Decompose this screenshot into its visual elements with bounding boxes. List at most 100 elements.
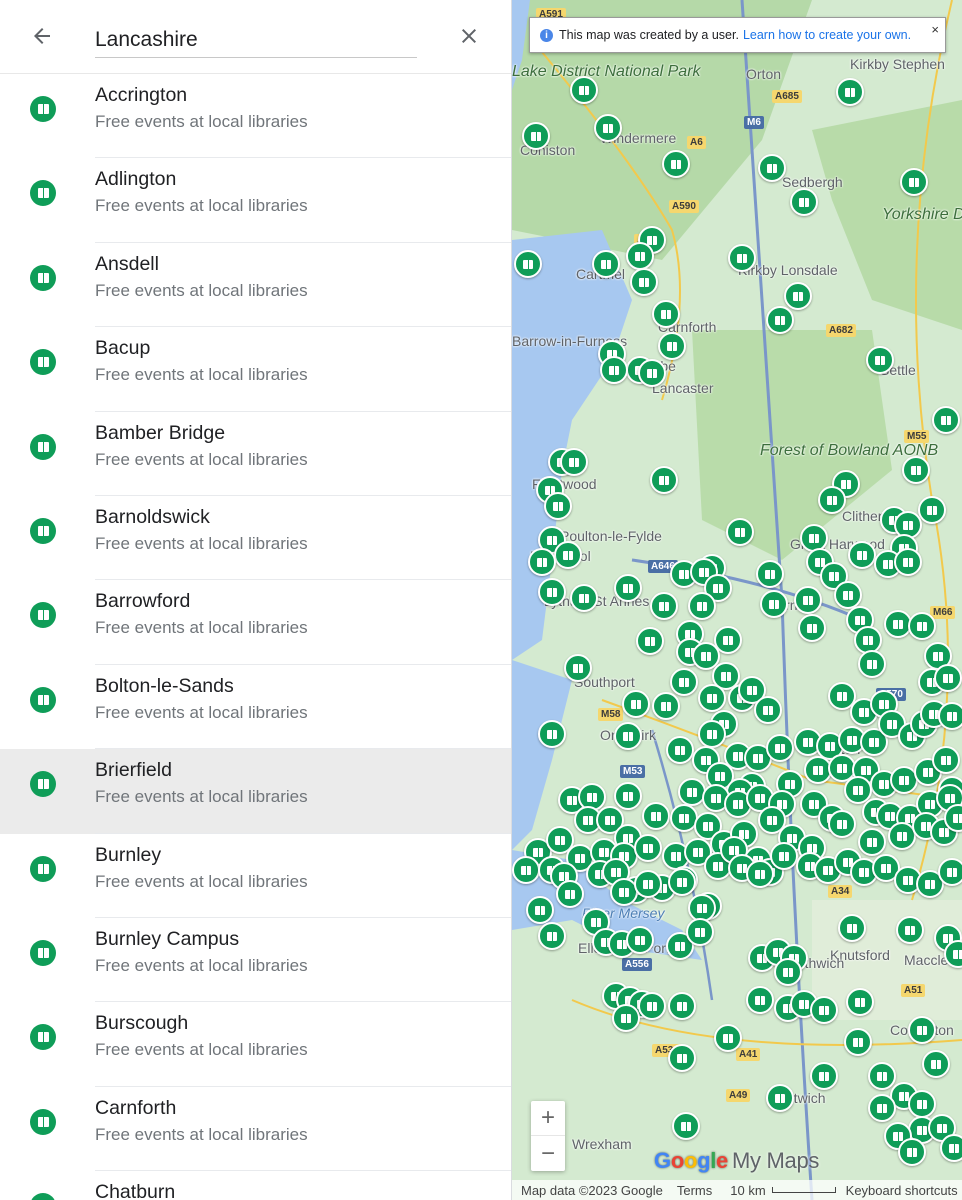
result-item[interactable]: Burscough Free events at local libraries: [0, 1002, 511, 1087]
library-map-marker[interactable]: [652, 300, 680, 328]
result-item[interactable]: Carnforth Free events at local libraries: [0, 1087, 511, 1172]
library-map-marker[interactable]: [526, 896, 554, 924]
library-map-marker[interactable]: [668, 868, 696, 896]
library-map-marker[interactable]: [612, 1004, 640, 1032]
library-map-marker[interactable]: [756, 560, 784, 588]
library-map-marker[interactable]: [528, 548, 556, 576]
library-map-marker[interactable]: [622, 690, 650, 718]
result-item[interactable]: Bacup Free events at local libraries: [0, 327, 511, 412]
library-map-marker[interactable]: [614, 782, 642, 810]
library-map-marker[interactable]: [626, 242, 654, 270]
library-map-marker[interactable]: [614, 722, 642, 750]
library-map-marker[interactable]: [672, 1112, 700, 1140]
library-map-marker[interactable]: [570, 584, 598, 612]
library-map-marker[interactable]: [556, 880, 584, 908]
library-map-marker[interactable]: [868, 1094, 896, 1122]
library-map-marker[interactable]: [934, 664, 962, 692]
library-map-marker[interactable]: [686, 918, 714, 946]
library-map-marker[interactable]: [626, 926, 654, 954]
library-map-marker[interactable]: [538, 578, 566, 606]
library-map-marker[interactable]: [746, 860, 774, 888]
library-map-marker[interactable]: [794, 586, 822, 614]
result-item[interactable]: Barnoldswick Free events at local librari…: [0, 496, 511, 581]
library-map-marker[interactable]: [938, 702, 962, 730]
library-map-marker[interactable]: [922, 1050, 950, 1078]
library-map-marker[interactable]: [554, 541, 582, 569]
library-map-marker[interactable]: [642, 802, 670, 830]
library-map-marker[interactable]: [538, 922, 566, 950]
library-map-marker[interactable]: [908, 612, 936, 640]
library-map-marker[interactable]: [570, 76, 598, 104]
back-button[interactable]: [26, 20, 58, 52]
library-map-marker[interactable]: [594, 114, 622, 142]
result-item[interactable]: Burnley Campus Free events at local libra…: [0, 918, 511, 1003]
library-map-marker[interactable]: [828, 810, 856, 838]
library-map-marker[interactable]: [544, 492, 572, 520]
library-map-marker[interactable]: [746, 986, 774, 1014]
library-map-marker[interactable]: [698, 684, 726, 712]
result-item[interactable]: Ansdell Free events at local libraries: [0, 243, 511, 328]
library-map-marker[interactable]: [866, 346, 894, 374]
library-map-marker[interactable]: [650, 466, 678, 494]
library-map-marker[interactable]: [522, 122, 550, 150]
library-map-marker[interactable]: [634, 834, 662, 862]
library-map-marker[interactable]: [896, 916, 924, 944]
library-map-marker[interactable]: [652, 692, 680, 720]
library-map-marker[interactable]: [894, 548, 922, 576]
library-map-marker[interactable]: [714, 1024, 742, 1052]
library-map-marker[interactable]: [834, 581, 862, 609]
library-map-marker[interactable]: [810, 996, 838, 1024]
search-input[interactable]: [95, 22, 417, 58]
library-map-marker[interactable]: [836, 78, 864, 106]
library-map-marker[interactable]: [858, 828, 886, 856]
zoom-out-button[interactable]: −: [531, 1136, 565, 1171]
library-map-marker[interactable]: [650, 592, 678, 620]
library-map-marker[interactable]: [564, 654, 592, 682]
keyboard-shortcuts-link[interactable]: Keyboard shortcuts: [846, 1183, 958, 1198]
library-map-marker[interactable]: [770, 842, 798, 870]
library-map-marker[interactable]: [846, 988, 874, 1016]
library-map-marker[interactable]: [848, 541, 876, 569]
library-map-marker[interactable]: [670, 668, 698, 696]
library-map-marker[interactable]: [766, 306, 794, 334]
result-item[interactable]: Accrington Free events at local libraries: [0, 74, 511, 159]
library-map-marker[interactable]: [940, 1134, 962, 1162]
library-map-marker[interactable]: [614, 574, 642, 602]
library-map-marker[interactable]: [938, 858, 962, 886]
library-map-marker[interactable]: [932, 746, 960, 774]
result-item[interactable]: Barrowford Free events at local libraries: [0, 580, 511, 665]
library-map-marker[interactable]: [810, 1062, 838, 1090]
library-map-marker[interactable]: [754, 696, 782, 724]
library-map-marker[interactable]: [592, 250, 620, 278]
library-map-marker[interactable]: [726, 518, 754, 546]
result-item[interactable]: Bolton-le-Sands Free events at local libr…: [0, 665, 511, 750]
zoom-in-button[interactable]: +: [531, 1101, 565, 1136]
library-map-marker[interactable]: [728, 244, 756, 272]
library-map-marker[interactable]: [514, 250, 542, 278]
terms-link[interactable]: Terms: [677, 1183, 712, 1198]
library-map-marker[interactable]: [818, 486, 846, 514]
library-map-marker[interactable]: [766, 734, 794, 762]
library-map-marker[interactable]: [900, 168, 928, 196]
library-map-marker[interactable]: [658, 332, 686, 360]
library-map-marker[interactable]: [662, 150, 690, 178]
library-map-marker[interactable]: [766, 1084, 794, 1112]
result-item[interactable]: Bamber Bridge Free events at local librar…: [0, 412, 511, 496]
result-item[interactable]: Burnley Free events at local libraries: [0, 834, 511, 918]
library-map-marker[interactable]: [538, 720, 566, 748]
library-map-marker[interactable]: [600, 356, 628, 384]
library-map-marker[interactable]: [760, 590, 788, 618]
library-map-marker[interactable]: [868, 1062, 896, 1090]
clear-search-button[interactable]: [453, 20, 485, 52]
library-map-marker[interactable]: [512, 856, 540, 884]
library-map-marker[interactable]: [630, 268, 658, 296]
library-map-marker[interactable]: [688, 592, 716, 620]
library-map-marker[interactable]: [918, 496, 946, 524]
library-map-marker[interactable]: [902, 456, 930, 484]
library-map-marker[interactable]: [898, 1138, 926, 1166]
result-item[interactable]: Brierfield Free events at local libraries: [0, 749, 511, 834]
library-map-marker[interactable]: [790, 188, 818, 216]
library-map-marker[interactable]: [908, 1090, 936, 1118]
banner-close-icon[interactable]: ×: [931, 22, 939, 37]
library-map-marker[interactable]: [932, 406, 960, 434]
